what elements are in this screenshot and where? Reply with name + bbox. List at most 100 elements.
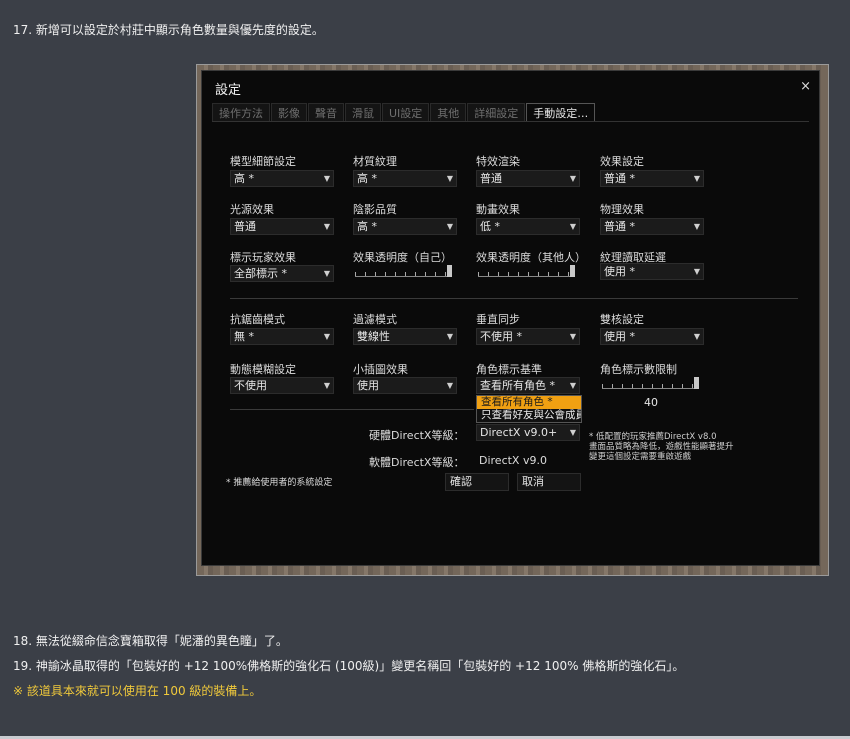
model-detail-label: 模型細節設定 xyxy=(230,155,296,168)
chevron-down-icon: ▼ xyxy=(323,381,330,390)
slider-thumb[interactable] xyxy=(570,265,575,277)
filter-value: 雙線性 xyxy=(357,330,390,343)
chevron-down-icon: ▼ xyxy=(323,269,330,278)
close-icon[interactable]: × xyxy=(800,79,811,94)
dialog-title: 設定 xyxy=(215,83,242,98)
vsync-label: 垂直同步 xyxy=(476,313,520,326)
char-limit-label: 角色標示數限制 xyxy=(600,363,677,376)
note-20: ※ 該道具本來就可以使用在 100 級的裝備上。 xyxy=(13,684,262,698)
cancel-button[interactable]: 取消 xyxy=(517,473,581,491)
effect-alpha-self-label: 效果透明度（自己） xyxy=(353,251,452,264)
texture-label: 材質紋理 xyxy=(353,155,397,168)
char-basis-value: 查看所有角色 * xyxy=(480,379,555,392)
effect-setting-select[interactable]: 普通 * ▼ xyxy=(600,170,704,187)
texture-delay-value: 使用 * xyxy=(604,265,635,278)
minimap-select[interactable]: 使用 ▼ xyxy=(353,377,457,394)
chevron-down-icon: ▼ xyxy=(569,174,576,183)
effect-alpha-self-slider[interactable] xyxy=(353,265,453,279)
chevron-down-icon: ▼ xyxy=(323,332,330,341)
chevron-down-icon: ▼ xyxy=(323,222,330,231)
sw-directx-label: 軟體DirectX等級： xyxy=(369,456,465,469)
tab-mouse[interactable]: 滑鼠 xyxy=(345,103,381,122)
light-select[interactable]: 普通 ▼ xyxy=(230,218,334,235)
light-label: 光源效果 xyxy=(230,203,274,216)
section-divider-2 xyxy=(230,409,474,410)
settings-dialog: 設定 × 操作方法 影像 聲音 滑鼠 UI設定 其他 詳細設定 手動設定… 模型… xyxy=(201,70,820,566)
confirm-button[interactable]: 確認 xyxy=(445,473,509,491)
minimap-value: 使用 xyxy=(357,379,379,392)
tab-video[interactable]: 影像 xyxy=(271,103,307,122)
tab-divider xyxy=(212,121,809,122)
shadow-select[interactable]: 高 * ▼ xyxy=(353,218,457,235)
motion-blur-label: 動態模糊設定 xyxy=(230,363,296,376)
model-detail-value: 高 * xyxy=(234,172,254,185)
motion-value: 低 * xyxy=(480,220,500,233)
slider-track xyxy=(478,276,570,277)
char-basis-dropdown: 查看所有角色 * 只查看好友與公會成員 xyxy=(476,395,582,423)
dual-core-select[interactable]: 使用 * ▼ xyxy=(600,328,704,345)
slider-thumb[interactable] xyxy=(447,265,452,277)
effect-setting-value: 普通 * xyxy=(604,172,635,185)
motion-blur-select[interactable]: 不使用 ▼ xyxy=(230,377,334,394)
chevron-down-icon: ▼ xyxy=(446,222,453,231)
recommend-note: * 推薦給使用者的系統設定 xyxy=(226,478,333,488)
note-19: 19. 神諭冰晶取得的「包裝好的 +12 100%佛格斯的強化石 (100級)」… xyxy=(13,659,685,673)
hw-directx-select[interactable]: DirectX v9.0+ ▼ xyxy=(476,424,580,441)
tab-controls[interactable]: 操作方法 xyxy=(212,103,270,122)
aa-value: 無 * xyxy=(234,330,254,343)
note-18: 18. 無法從綴命信念寶箱取得「妮潘的異色瞳」了。 xyxy=(13,634,288,648)
texture-select[interactable]: 高 * ▼ xyxy=(353,170,457,187)
light-value: 普通 xyxy=(234,220,256,233)
vsync-value: 不使用 * xyxy=(480,330,522,343)
slider-track xyxy=(602,388,694,389)
player-effect-select[interactable]: 全部標示 * ▼ xyxy=(230,265,334,282)
model-detail-select[interactable]: 高 * ▼ xyxy=(230,170,334,187)
tab-other[interactable]: 其他 xyxy=(430,103,467,122)
effect-render-select[interactable]: 普通 ▼ xyxy=(476,170,580,187)
char-basis-label: 角色標示基準 xyxy=(476,363,542,376)
hw-directx-value: DirectX v9.0+ xyxy=(480,426,558,439)
dropdown-option-all[interactable]: 查看所有角色 * xyxy=(477,396,581,409)
directx-hint: * 低配置的玩家推薦DirectX v8.0 畫面品質略為降低，遊戲性能顯著提升… xyxy=(589,432,734,462)
filter-label: 過濾模式 xyxy=(353,313,397,326)
motion-select[interactable]: 低 * ▼ xyxy=(476,218,580,235)
effect-render-value: 普通 xyxy=(480,172,502,185)
dual-core-value: 使用 * xyxy=(604,330,635,343)
slider-thumb[interactable] xyxy=(694,377,699,389)
section-divider xyxy=(230,298,798,299)
chevron-down-icon: ▼ xyxy=(569,381,576,390)
chevron-down-icon: ▼ xyxy=(446,332,453,341)
physics-select[interactable]: 普通 * ▼ xyxy=(600,218,704,235)
effect-setting-label: 效果設定 xyxy=(600,155,644,168)
char-basis-select[interactable]: 查看所有角色 * ▼ xyxy=(476,377,580,394)
tab-ui[interactable]: UI設定 xyxy=(382,103,430,122)
filter-select[interactable]: 雙線性 ▼ xyxy=(353,328,457,345)
chevron-down-icon: ▼ xyxy=(693,267,700,276)
effect-alpha-other-label: 效果透明度（其他人） xyxy=(476,251,586,264)
effect-alpha-other-slider[interactable] xyxy=(476,265,576,279)
motion-label: 動畫效果 xyxy=(476,203,520,216)
note-17: 17. 新增可以設定於村莊中顯示角色數量與優先度的設定。 xyxy=(13,23,324,37)
tab-manual[interactable]: 手動設定… xyxy=(526,103,596,122)
chevron-down-icon: ▼ xyxy=(569,222,576,231)
hint-line-2: 畫面品質略為降低，遊戲性能顯著提升 xyxy=(589,442,734,452)
chevron-down-icon: ▼ xyxy=(693,222,700,231)
char-limit-value: 40 xyxy=(644,396,658,409)
chevron-down-icon: ▼ xyxy=(693,174,700,183)
tab-sound[interactable]: 聲音 xyxy=(308,103,344,122)
aa-select[interactable]: 無 * ▼ xyxy=(230,328,334,345)
physics-value: 普通 * xyxy=(604,220,635,233)
texture-delay-select[interactable]: 使用 * ▼ xyxy=(600,263,704,280)
char-limit-slider[interactable] xyxy=(600,377,700,391)
hint-line-3: 變更這個設定需要重啟遊戲 xyxy=(589,452,692,462)
dropdown-option-friends[interactable]: 只查看好友與公會成員 xyxy=(477,409,581,422)
chevron-down-icon: ▼ xyxy=(446,381,453,390)
vsync-select[interactable]: 不使用 * ▼ xyxy=(476,328,580,345)
sw-directx-value: DirectX v9.0 xyxy=(479,454,547,467)
texture-value: 高 * xyxy=(357,172,377,185)
chevron-down-icon: ▼ xyxy=(446,174,453,183)
tab-advanced[interactable]: 詳細設定 xyxy=(467,103,526,122)
dual-core-label: 雙核設定 xyxy=(600,313,644,326)
hw-directx-label: 硬體DirectX等級： xyxy=(369,429,465,442)
shadow-label: 陰影品質 xyxy=(353,203,397,216)
